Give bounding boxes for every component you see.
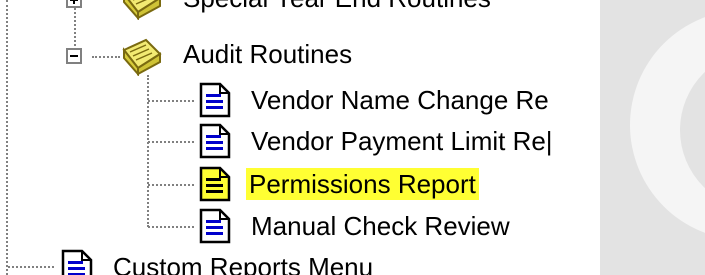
tree-item-label: Vendor Name Change Re — [251, 85, 549, 115]
tree-item-label: Special Year End Routines — [180, 0, 494, 14]
report-icon — [199, 82, 231, 118]
tree-item-custom-reports-menu[interactable]: Custom Reports Menu — [0, 247, 600, 275]
tree-item-special-year-end-routines[interactable]: Special Year End Routines — [0, 0, 560, 20]
tree-item-label: Permissions Report — [246, 168, 479, 200]
report-icon — [199, 208, 231, 244]
tree-view[interactable]: Special Year End Routines Audit Routines… — [0, 0, 600, 275]
tree-item-label: Vendor Payment Limit Re| — [251, 126, 553, 156]
tree-item-label: Audit Routines — [183, 39, 353, 69]
report-icon — [199, 123, 231, 159]
report-icon-selected — [199, 166, 231, 202]
tree-item-permissions-report[interactable]: Permissions Report — [0, 164, 600, 204]
tree-item-manual-check-review[interactable]: Manual Check Review — [0, 206, 600, 246]
tree-item-label: Custom Reports Menu — [113, 252, 374, 275]
expand-button[interactable] — [66, 0, 82, 8]
book-folder-icon — [122, 38, 162, 76]
report-icon — [61, 249, 93, 275]
book-folder-icon — [123, 0, 161, 20]
collapse-button[interactable] — [66, 48, 82, 64]
tree-item-vendor-name-change-report[interactable]: Vendor Name Change Re — [0, 80, 600, 120]
tree-item-vendor-payment-limit-report[interactable]: Vendor Payment Limit Re| — [0, 121, 600, 161]
tree-item-audit-routines[interactable]: Audit Routines — [0, 36, 560, 76]
tree-item-label: Manual Check Review — [251, 211, 510, 241]
content-pane-background — [600, 0, 705, 275]
